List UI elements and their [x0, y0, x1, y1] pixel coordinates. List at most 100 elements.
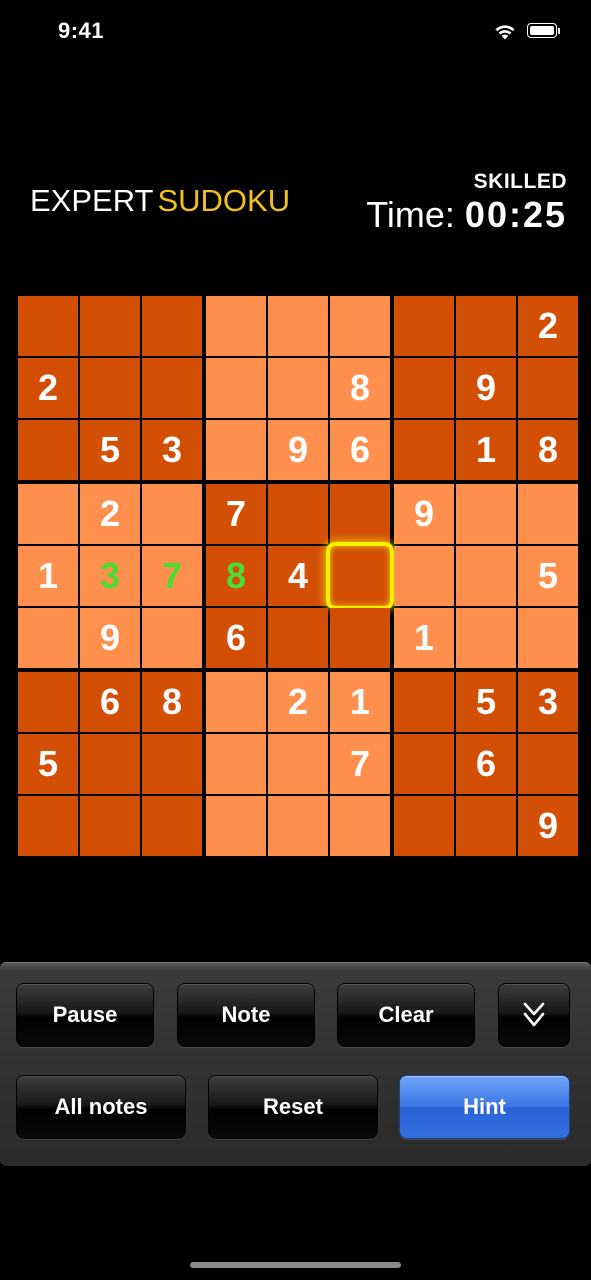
sudoku-cell[interactable]: 1 — [394, 608, 454, 668]
sudoku-cell[interactable] — [518, 484, 578, 544]
sudoku-cell[interactable] — [330, 608, 390, 668]
sudoku-cell[interactable]: 5 — [518, 546, 578, 606]
sudoku-cell[interactable]: 2 — [518, 296, 578, 356]
clear-button[interactable]: Clear — [337, 983, 475, 1047]
sudoku-cell[interactable]: 9 — [394, 484, 454, 544]
sudoku-cell[interactable] — [394, 358, 454, 418]
sudoku-cell[interactable]: 5 — [80, 420, 140, 480]
status-bar: 9:41 — [0, 0, 591, 64]
sudoku-cell[interactable]: 6 — [80, 672, 140, 732]
sudoku-cell[interactable] — [456, 484, 516, 544]
sudoku-cell[interactable] — [268, 296, 328, 356]
reset-button[interactable]: Reset — [208, 1075, 378, 1139]
collapse-button[interactable] — [498, 983, 570, 1047]
sudoku-cell[interactable] — [142, 734, 202, 794]
sudoku-cell[interactable] — [18, 672, 78, 732]
app-logo: EXPERT SUDOKU — [30, 183, 290, 219]
sudoku-cell[interactable] — [142, 358, 202, 418]
sudoku-cell[interactable] — [518, 608, 578, 668]
sudoku-cell[interactable] — [268, 358, 328, 418]
sudoku-cell[interactable] — [142, 484, 202, 544]
sudoku-cell[interactable] — [456, 608, 516, 668]
hint-button[interactable]: Hint — [399, 1075, 570, 1139]
sudoku-cell[interactable]: 2 — [268, 672, 328, 732]
logo-expert: EXPERT — [30, 183, 154, 218]
sudoku-cell[interactable] — [268, 608, 328, 668]
sudoku-cell[interactable] — [394, 420, 454, 480]
sudoku-cell[interactable]: 1 — [330, 672, 390, 732]
sudoku-cell[interactable] — [330, 484, 390, 544]
all-notes-button[interactable]: All notes — [16, 1075, 186, 1139]
sudoku-cell[interactable] — [456, 546, 516, 606]
sudoku-cell[interactable]: 3 — [80, 546, 140, 606]
sudoku-cell[interactable] — [206, 358, 266, 418]
sudoku-cell[interactable]: 7 — [142, 546, 202, 606]
status-icons — [493, 22, 561, 40]
sudoku-cell[interactable] — [456, 296, 516, 356]
sudoku-cell[interactable] — [268, 484, 328, 544]
sudoku-cell[interactable] — [80, 358, 140, 418]
sudoku-cell[interactable]: 6 — [456, 734, 516, 794]
sudoku-cell[interactable]: 2 — [80, 484, 140, 544]
sudoku-cell[interactable] — [206, 796, 266, 856]
sudoku-cell[interactable] — [206, 672, 266, 732]
sudoku-cell[interactable]: 9 — [456, 358, 516, 418]
sudoku-cell[interactable] — [80, 296, 140, 356]
sudoku-cell[interactable]: 8 — [142, 672, 202, 732]
difficulty-label: SKILLED — [473, 170, 567, 193]
sudoku-cell[interactable]: 8 — [330, 358, 390, 418]
sudoku-cell[interactable] — [394, 734, 454, 794]
sudoku-cell[interactable] — [206, 296, 266, 356]
sudoku-cell[interactable] — [80, 796, 140, 856]
sudoku-cell[interactable]: 3 — [518, 672, 578, 732]
sudoku-cell[interactable]: 1 — [456, 420, 516, 480]
sudoku-cell[interactable]: 9 — [518, 796, 578, 856]
timer-value: 00:25 — [464, 194, 567, 235]
sudoku-cell[interactable]: 6 — [330, 420, 390, 480]
sudoku-cell[interactable] — [394, 296, 454, 356]
sudoku-cell[interactable]: 9 — [80, 608, 140, 668]
note-button[interactable]: Note — [177, 983, 315, 1047]
toolbar: Pause Note Clear All notes Reset Hint — [0, 962, 591, 1166]
sudoku-cell[interactable] — [206, 420, 266, 480]
sudoku-cell[interactable]: 8 — [518, 420, 578, 480]
wifi-icon — [493, 22, 517, 40]
pause-button[interactable]: Pause — [16, 983, 154, 1047]
sudoku-cell[interactable] — [18, 296, 78, 356]
sudoku-cell[interactable] — [18, 420, 78, 480]
selected-cell[interactable] — [326, 542, 394, 610]
sudoku-cell[interactable]: 1 — [18, 546, 78, 606]
sudoku-cell[interactable] — [142, 296, 202, 356]
chevron-double-down-icon — [522, 1000, 546, 1030]
sudoku-cell[interactable] — [18, 796, 78, 856]
timer-label: Time: — [366, 194, 455, 235]
sudoku-cell[interactable] — [394, 672, 454, 732]
sudoku-cell[interactable] — [80, 734, 140, 794]
sudoku-cell[interactable]: 7 — [330, 734, 390, 794]
sudoku-cell[interactable]: 8 — [206, 546, 266, 606]
sudoku-cell[interactable]: 6 — [206, 608, 266, 668]
sudoku-cell[interactable]: 5 — [18, 734, 78, 794]
sudoku-cell[interactable]: 7 — [206, 484, 266, 544]
battery-icon — [527, 22, 561, 40]
sudoku-cell[interactable] — [18, 484, 78, 544]
sudoku-cell[interactable] — [268, 796, 328, 856]
timer: Time: 00:25 — [366, 194, 567, 236]
sudoku-cell[interactable] — [518, 734, 578, 794]
sudoku-cell[interactable] — [394, 796, 454, 856]
sudoku-cell[interactable]: 4 — [268, 546, 328, 606]
sudoku-cell[interactable]: 2 — [18, 358, 78, 418]
sudoku-cell[interactable] — [142, 796, 202, 856]
sudoku-cell[interactable]: 9 — [268, 420, 328, 480]
sudoku-cell[interactable] — [394, 546, 454, 606]
sudoku-cell[interactable] — [18, 608, 78, 668]
sudoku-cell[interactable] — [330, 296, 390, 356]
sudoku-cell[interactable]: 5 — [456, 672, 516, 732]
sudoku-cell[interactable] — [206, 734, 266, 794]
sudoku-cell[interactable]: 3 — [142, 420, 202, 480]
sudoku-cell[interactable] — [456, 796, 516, 856]
sudoku-cell[interactable] — [518, 358, 578, 418]
sudoku-cell[interactable] — [330, 796, 390, 856]
sudoku-cell[interactable] — [142, 608, 202, 668]
sudoku-cell[interactable] — [268, 734, 328, 794]
